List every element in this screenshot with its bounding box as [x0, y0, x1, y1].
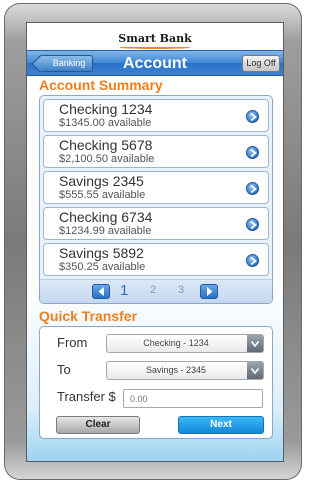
account-name: Savings 2345	[59, 173, 144, 189]
chevron-down-icon[interactable]	[247, 362, 263, 379]
next-button[interactable]: Next	[178, 416, 264, 434]
account-balance: $1345.00 available	[59, 117, 152, 129]
account-row[interactable]: Checking 5678 $2,100.50 available	[43, 135, 269, 168]
logo-swoosh	[120, 46, 190, 49]
page-3[interactable]: 3	[178, 284, 184, 296]
from-account-select[interactable]: Checking - 1234	[106, 334, 264, 353]
account-summary-title: Account Summary	[39, 77, 163, 93]
bank-logo: Smart Bank	[118, 32, 192, 49]
account-row[interactable]: Checking 6734 $1234.99 available	[43, 207, 269, 240]
transfer-amount-input[interactable]	[123, 389, 263, 408]
phone-frame: Smart Bank Banking Account Log Off Accou…	[4, 3, 302, 480]
account-name: Checking 1234	[59, 101, 153, 117]
account-balance: $555.55 available	[59, 189, 146, 201]
chevron-right-icon[interactable]	[246, 182, 259, 195]
chevron-down-icon[interactable]	[247, 335, 263, 352]
bank-header: Smart Bank	[27, 23, 283, 50]
account-row[interactable]: Savings 5892 $350.25 available	[43, 243, 269, 276]
from-label: From	[57, 335, 88, 350]
account-name: Savings 5892	[59, 245, 144, 261]
log-off-button[interactable]: Log Off	[242, 55, 280, 72]
account-balance: $1234.99 available	[59, 225, 152, 237]
nav-bar: Banking Account Log Off	[27, 50, 283, 76]
to-account-value: Savings - 2345	[145, 365, 207, 375]
chevron-right-icon[interactable]	[246, 146, 259, 159]
to-account-select[interactable]: Savings - 2345	[106, 361, 264, 380]
quick-transfer-panel: From Checking - 1234 To Savings - 2345 T…	[39, 326, 273, 439]
chevron-right-icon[interactable]	[246, 254, 259, 267]
quick-transfer-title: Quick Transfer	[39, 308, 138, 324]
account-list: Checking 1234 $1345.00 available Checkin…	[39, 95, 273, 304]
chevron-right-icon[interactable]	[246, 110, 259, 123]
arrow-left-icon[interactable]	[92, 284, 110, 299]
chevron-right-icon[interactable]	[246, 218, 259, 231]
bank-name: Smart Bank	[118, 32, 192, 45]
to-label: To	[57, 362, 71, 377]
account-name: Checking 6734	[59, 209, 153, 225]
account-balance: $350.25 available	[59, 261, 146, 273]
page-2[interactable]: 2	[150, 284, 156, 296]
transfer-amount-label: Transfer $	[57, 389, 116, 404]
arrow-right-icon[interactable]	[200, 284, 218, 299]
pagination: 1 2 3	[40, 279, 272, 303]
clear-button[interactable]: Clear	[56, 416, 140, 434]
page-1[interactable]: 1	[120, 282, 128, 299]
account-row[interactable]: Checking 1234 $1345.00 available	[43, 99, 269, 132]
account-row[interactable]: Savings 2345 $555.55 available	[43, 171, 269, 204]
account-name: Checking 5678	[59, 137, 153, 153]
account-balance: $2,100.50 available	[59, 153, 155, 165]
from-account-value: Checking - 1234	[143, 338, 209, 348]
app-screen: Smart Bank Banking Account Log Off Accou…	[26, 22, 284, 462]
